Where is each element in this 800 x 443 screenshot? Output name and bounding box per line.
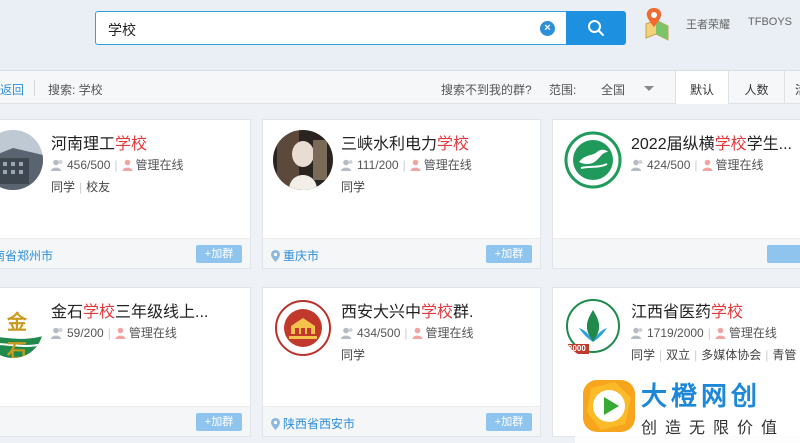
range-label: 范围: bbox=[549, 83, 577, 97]
group-card[interactable]: 河南理工学校 456/500|管理在线 同学|校友 河南省郑州市 +加群 bbox=[0, 119, 251, 269]
admin-icon bbox=[412, 327, 423, 339]
card-footer: 河南省郑州市 +加群 bbox=[0, 238, 250, 268]
range-select[interactable]: 全国 bbox=[601, 81, 625, 98]
location-pin-icon bbox=[271, 250, 280, 262]
nav-link-wangzhe[interactable]: 王者荣耀 bbox=[686, 16, 730, 32]
filter-bar: 返回 搜索: 学校 搜索不到我的群? 范围: 全国 默认 人数 活 bbox=[0, 70, 800, 104]
tab-default[interactable]: 默认 bbox=[675, 71, 728, 104]
watermark-title: 大橙网创 bbox=[641, 381, 762, 411]
group-tags: 同学 bbox=[341, 348, 366, 362]
tab-active[interactable]: 活 bbox=[784, 71, 800, 104]
watermark-subtitle: 创造无限价值 bbox=[641, 420, 786, 437]
group-stats: 456/500 | 管理在线 bbox=[51, 156, 184, 173]
join-group-button[interactable]: +加群 bbox=[196, 413, 242, 431]
back-link[interactable]: 返回 bbox=[0, 81, 24, 98]
group-avatar bbox=[563, 130, 623, 190]
group-avatar: 2000 bbox=[563, 298, 623, 358]
group-stats: 111/200 | 管理在线 bbox=[341, 156, 472, 173]
join-group-button[interactable]: +加群 bbox=[196, 245, 242, 263]
map-location-icon[interactable] bbox=[642, 6, 672, 42]
tab-members[interactable]: 人数 bbox=[728, 71, 784, 104]
group-name[interactable]: 2022届纵横学校学生... bbox=[631, 130, 792, 154]
group-stats: 434/500 | 管理在线 bbox=[341, 324, 474, 341]
group-location: 重庆市 bbox=[271, 247, 319, 264]
location-pin-icon bbox=[271, 418, 280, 430]
group-avatar bbox=[273, 130, 333, 190]
join-group-button[interactable]: +加群 bbox=[486, 413, 532, 431]
group-name[interactable]: 西安大兴中学校群. bbox=[341, 298, 473, 322]
join-group-button[interactable] bbox=[767, 245, 800, 263]
admin-icon bbox=[715, 327, 726, 339]
search-button[interactable] bbox=[566, 11, 626, 45]
search-query: 学校 bbox=[108, 22, 136, 38]
not-found-link[interactable]: 搜索不到我的群? bbox=[441, 81, 532, 98]
group-location: 陕西省西安市 bbox=[271, 415, 355, 432]
admin-icon bbox=[410, 159, 421, 171]
join-group-button[interactable]: +加群 bbox=[486, 245, 532, 263]
nav-link-tfboys[interactable]: TFBOYS bbox=[748, 16, 792, 28]
group-name[interactable]: 江西省医药学校 bbox=[631, 298, 743, 322]
members-icon bbox=[341, 159, 353, 171]
play-logo-icon bbox=[583, 380, 635, 432]
admin-icon bbox=[122, 159, 133, 171]
avatar-text: 2000 bbox=[568, 344, 586, 353]
group-avatar bbox=[0, 130, 43, 190]
group-card[interactable]: 三峡水利电力学校 111/200 | 管理在线 同学 重庆市 +加群 bbox=[262, 119, 541, 269]
watermark: 大橙网创 创造无限价值 bbox=[575, 370, 800, 443]
group-avatar: 金石 bbox=[0, 298, 43, 358]
members-icon bbox=[51, 327, 63, 339]
group-stats: 1719/2000 | 管理在线 bbox=[631, 324, 777, 341]
group-location: 河南省郑州市 bbox=[0, 249, 54, 263]
divider bbox=[34, 80, 35, 96]
card-footer bbox=[553, 238, 800, 268]
group-name[interactable]: 金石学校三年级线上... bbox=[51, 298, 208, 322]
search-icon bbox=[588, 20, 604, 36]
members-icon bbox=[631, 159, 643, 171]
group-card[interactable]: 金石 金石学校三年级线上... 59/200 | 管理在线 +加群 bbox=[0, 287, 251, 437]
card-footer: +加群 bbox=[0, 406, 250, 436]
clear-icon[interactable]: × bbox=[540, 21, 555, 36]
search-input[interactable]: 学校 × bbox=[95, 11, 567, 45]
group-stats: 59/200 | 管理在线 bbox=[51, 324, 177, 341]
group-card[interactable]: 2022届纵横学校学生... 424/500 | 管理在线 bbox=[552, 119, 800, 269]
group-name[interactable]: 三峡水利电力学校 bbox=[341, 130, 469, 154]
group-card[interactable]: 西安大兴中学校群. 434/500 | 管理在线 同学 陕西省西安市 +加群 bbox=[262, 287, 541, 437]
group-avatar bbox=[273, 298, 333, 358]
group-tags: 同学 bbox=[341, 180, 366, 194]
members-icon bbox=[631, 327, 643, 339]
card-footer: 陕西省西安市 +加群 bbox=[263, 406, 540, 436]
group-stats: 424/500 | 管理在线 bbox=[631, 156, 764, 173]
admin-icon bbox=[702, 159, 713, 171]
chevron-down-icon[interactable] bbox=[644, 86, 654, 91]
group-name[interactable]: 河南理工学校 bbox=[51, 130, 147, 154]
avatar-text: 金石 bbox=[7, 312, 27, 358]
search-summary: 搜索: 学校 bbox=[48, 83, 103, 97]
members-icon bbox=[341, 327, 353, 339]
card-footer: 重庆市 +加群 bbox=[263, 238, 540, 268]
top-header: 学校 × 王者荣耀 TFBOYS bbox=[0, 0, 800, 70]
group-tags: 同学 | 双立 | 多媒体协会 | 青管 bbox=[631, 348, 797, 362]
admin-icon bbox=[115, 327, 126, 339]
group-tags: 同学 | 校友 bbox=[51, 180, 111, 194]
members-icon bbox=[51, 159, 63, 171]
